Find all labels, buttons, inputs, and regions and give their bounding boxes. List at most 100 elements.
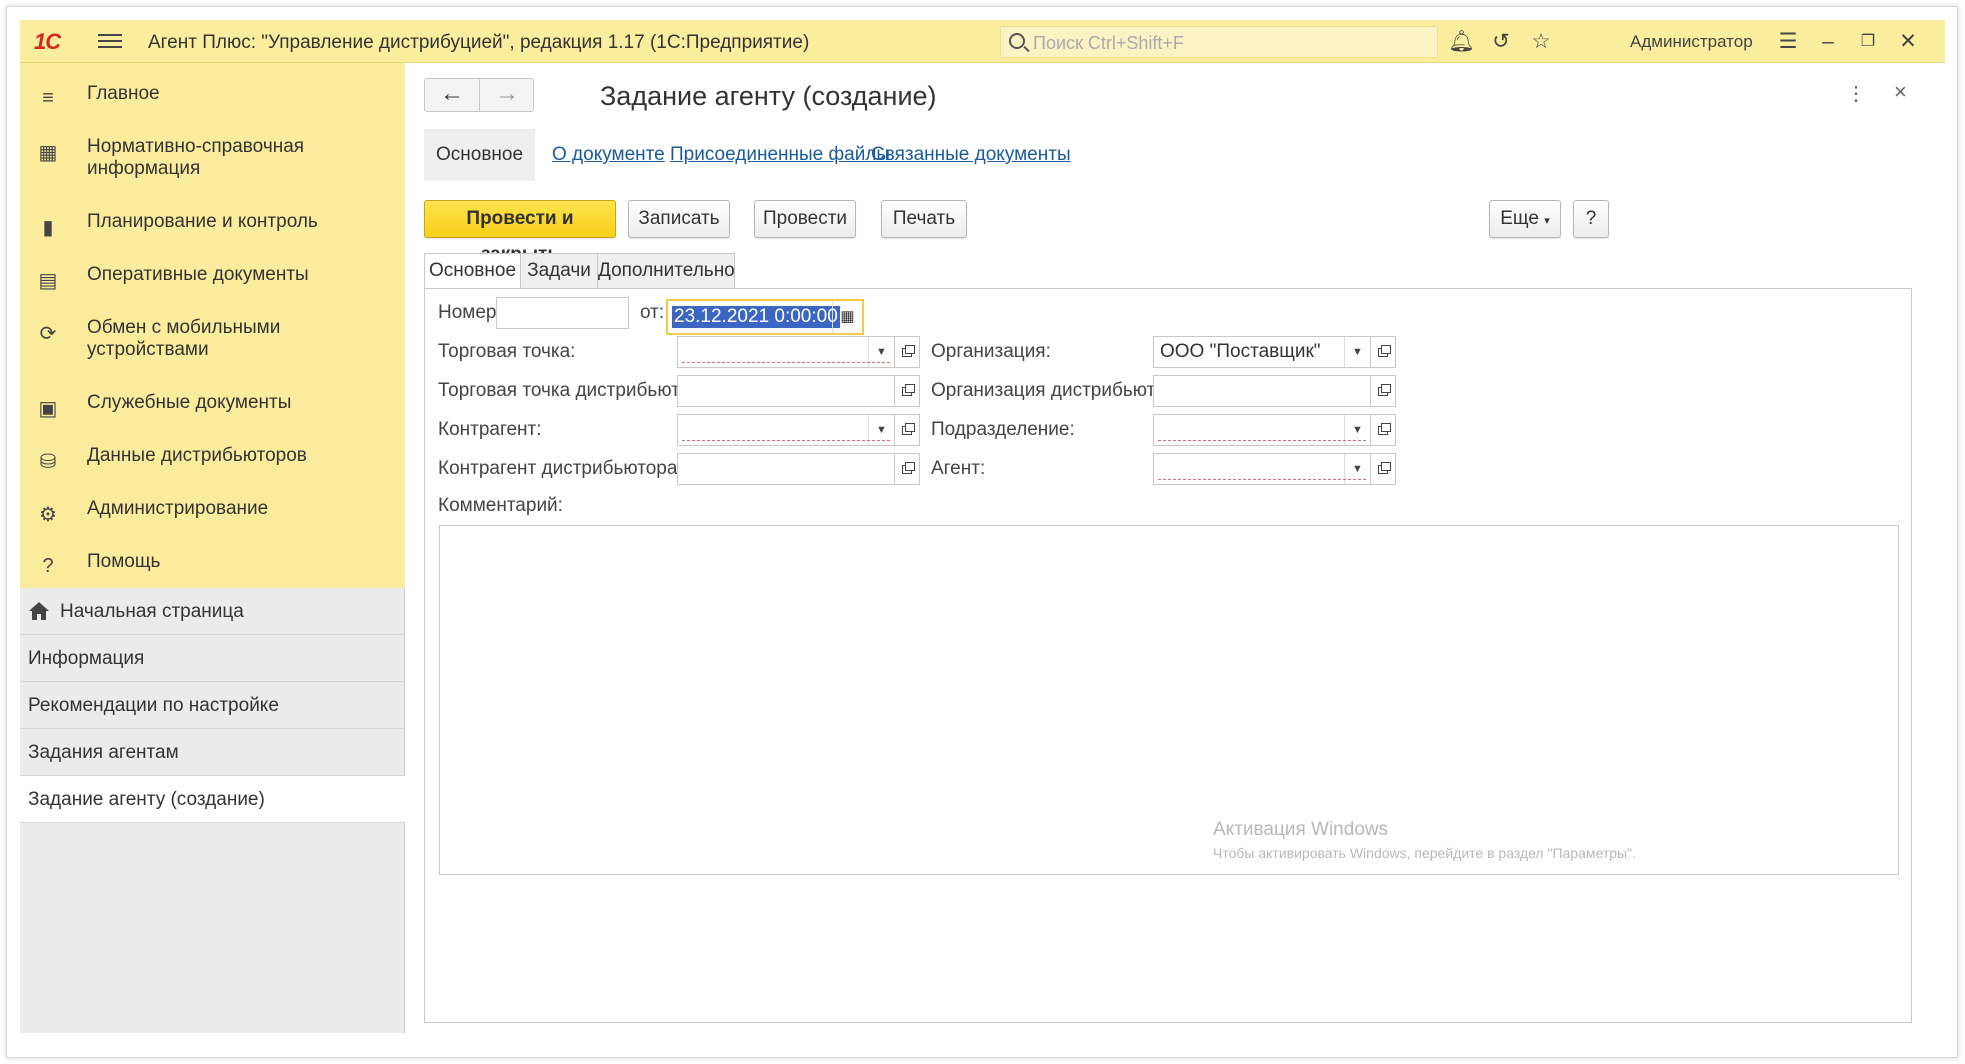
chevron-down-icon[interactable]: ▼ xyxy=(868,415,894,445)
outlet-dist-field[interactable] xyxy=(677,375,895,407)
organization-dist-field[interactable] xyxy=(1153,375,1371,407)
more-actions-icon[interactable]: ⋮ xyxy=(1846,81,1866,106)
distributors-icon: ⛁ xyxy=(39,451,57,473)
counterparty-dist-field[interactable] xyxy=(677,453,895,485)
user-name[interactable]: Администратор xyxy=(1630,32,1753,52)
help-icon: ? xyxy=(42,555,54,577)
close-icon[interactable]: × xyxy=(1894,79,1907,105)
date-from-label: от: xyxy=(640,302,665,323)
more-button-label: Еще xyxy=(1500,208,1539,229)
sidebar-item-label: Главное xyxy=(87,83,160,104)
sidebar-item-administration[interactable]: ⚙ Администрирование xyxy=(20,498,405,548)
close-window-icon[interactable]: ✕ xyxy=(1895,30,1921,54)
home-icon xyxy=(29,602,49,620)
nav-item-setup-recommendations[interactable]: Рекомендации по настройке xyxy=(20,682,405,729)
sections-panel: ≡ Главное ▦ Нормативно-справочная информ… xyxy=(20,63,405,588)
sidebar-item-distributors[interactable]: ⛁ Данные дистрибьюторов xyxy=(20,445,405,495)
restore-icon[interactable]: ❐ xyxy=(1855,30,1881,54)
star-icon[interactable]: ☆ xyxy=(1528,30,1554,54)
nav-item-information[interactable]: Информация xyxy=(20,635,405,682)
date-field[interactable]: 23.12.2021 0:00:00 ▦ xyxy=(666,299,864,335)
division-field[interactable]: ▼ xyxy=(1153,414,1371,446)
sidebar-item-main[interactable]: ≡ Главное xyxy=(20,83,405,133)
section-main[interactable]: Основное xyxy=(424,129,536,181)
section-attached-files[interactable]: Присоединенные файлы xyxy=(670,129,890,181)
catalog-icon: ▦ xyxy=(38,142,58,164)
hamburger-icon: ≡ xyxy=(42,87,54,109)
document-form: ← → Задание агенту (создание) ⋮ × Основн… xyxy=(406,63,1945,1033)
app-title: Агент Плюс: "Управление дистрибуцией", р… xyxy=(148,32,810,53)
sidebar-item-reference[interactable]: ▦ Нормативно-справочная информация xyxy=(20,136,405,186)
number-field[interactable] xyxy=(496,297,629,329)
comment-field[interactable] xyxy=(439,525,1899,875)
bell-icon[interactable]: 🔔︎ xyxy=(1448,30,1475,54)
open-counterparty-icon[interactable] xyxy=(894,414,920,446)
agent-field[interactable]: ▼ xyxy=(1153,453,1371,485)
open-organization-dist-icon[interactable] xyxy=(1370,375,1396,407)
open-windows-panel: Начальная страница Информация Рекомендац… xyxy=(20,588,405,1033)
settings-menu-icon[interactable]: ☰ xyxy=(1775,30,1801,54)
nav-item-home[interactable]: Начальная страница xyxy=(20,588,405,635)
nav-item-agent-tasks[interactable]: Задания агентам xyxy=(20,729,405,776)
sidebar-item-service-docs[interactable]: ▣ Служебные документы xyxy=(20,392,405,442)
counterparty-field[interactable]: ▼ xyxy=(677,414,895,446)
minimize-icon[interactable]: – xyxy=(1815,30,1841,54)
search-input[interactable]: Поиск Ctrl+Shift+F xyxy=(1000,26,1438,58)
save-button[interactable]: Записать xyxy=(628,200,730,238)
open-division-icon[interactable] xyxy=(1370,414,1396,446)
outlet-dist-label: Торговая точка дистрибьютора: xyxy=(438,380,717,401)
post-and-close-button[interactable]: Провести и закрыть xyxy=(424,200,616,265)
open-counterparty-dist-icon[interactable] xyxy=(894,453,920,485)
sidebar-item-label: Данные дистрибьюторов xyxy=(87,445,307,466)
outlet-field[interactable]: ▼ xyxy=(677,336,895,368)
post-button[interactable]: Провести xyxy=(754,200,856,238)
organization-field[interactable]: ООО "Поставщик" ▼ xyxy=(1153,336,1371,368)
chevron-down-icon[interactable]: ▼ xyxy=(868,337,894,367)
service-docs-icon: ▣ xyxy=(38,398,58,420)
tab-tasks[interactable]: Задачи xyxy=(520,253,598,289)
back-arrow-icon[interactable]: ← xyxy=(425,82,479,108)
section-related-documents[interactable]: Связанные документы xyxy=(871,129,1071,181)
sidebar-item-label: Оперативные документы xyxy=(87,264,309,285)
counterparty-label: Контрагент: xyxy=(438,419,542,440)
activation-watermark-text: Чтобы активировать Windows, перейдите в … xyxy=(1213,845,1636,861)
division-label: Подразделение: xyxy=(931,419,1075,440)
sidebar-item-operative-docs[interactable]: ▤ Оперативные документы xyxy=(20,264,405,314)
bar-chart-icon: ▮ xyxy=(42,217,54,239)
outlet-label: Торговая точка: xyxy=(438,341,576,362)
open-outlet-dist-icon[interactable] xyxy=(894,375,920,407)
tab-additional[interactable]: Дополнительно xyxy=(597,253,735,289)
documents-icon: ▤ xyxy=(38,270,58,292)
gear-icon: ⚙ xyxy=(39,504,57,526)
sidebar-item-mobile-exchange[interactable]: ⟳ Обмен с мобильными устройствами xyxy=(20,317,405,367)
forward-arrow-icon[interactable]: → xyxy=(480,82,534,108)
number-label: Номер: xyxy=(438,302,502,323)
sidebar-item-planning[interactable]: ▮ Планирование и контроль xyxy=(20,211,405,261)
organization-label: Организация: xyxy=(931,341,1051,362)
tab-main[interactable]: Основное xyxy=(424,253,521,289)
history-icon[interactable]: ↺ xyxy=(1488,30,1514,54)
open-agent-icon[interactable] xyxy=(1370,453,1396,485)
nav-item-agent-task-create[interactable]: Задание агенту (создание) xyxy=(20,776,405,823)
main-menu-icon[interactable] xyxy=(98,30,122,52)
sidebar-item-label: Помощь xyxy=(87,551,161,572)
more-button[interactable]: Еще ▾ xyxy=(1489,200,1561,238)
section-about-document[interactable]: О документе xyxy=(552,129,665,181)
open-organization-icon[interactable] xyxy=(1370,336,1396,368)
print-button[interactable]: Печать xyxy=(881,200,967,238)
chevron-down-icon: ▾ xyxy=(1544,215,1550,227)
nav-item-label: Начальная страница xyxy=(60,601,244,622)
nav-item-label: Задания агентам xyxy=(28,742,179,763)
agent-label: Агент: xyxy=(931,458,986,479)
sidebar-item-label: Планирование и контроль xyxy=(87,211,318,232)
open-outlet-icon[interactable] xyxy=(894,336,920,368)
chevron-down-icon[interactable]: ▼ xyxy=(1344,415,1370,445)
chevron-down-icon[interactable]: ▼ xyxy=(1344,454,1370,484)
comment-label: Комментарий: xyxy=(438,495,563,516)
calendar-icon[interactable]: ▦ xyxy=(832,301,862,333)
search-placeholder: Поиск Ctrl+Shift+F xyxy=(1033,33,1184,53)
nav-item-label: Задание агенту (создание) xyxy=(28,789,265,810)
chevron-down-icon[interactable]: ▼ xyxy=(1344,337,1370,367)
help-button[interactable]: ? xyxy=(1573,200,1609,238)
app-logo: 1С xyxy=(34,29,61,54)
